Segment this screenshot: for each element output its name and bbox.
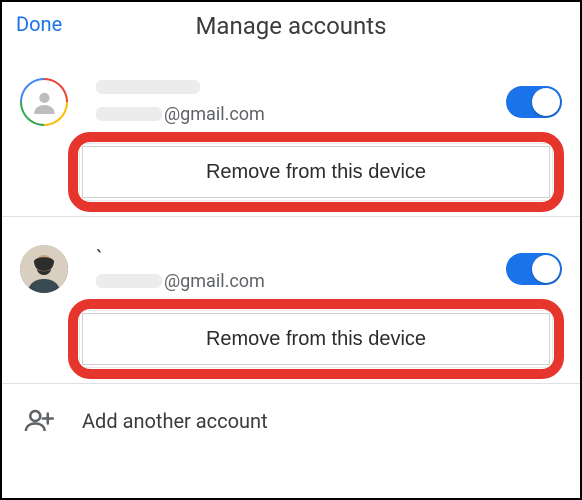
account-section: ` @gmail.com Remove from this device	[2, 217, 580, 384]
account-name: `	[96, 247, 506, 267]
account-name	[96, 80, 506, 100]
account-section: @gmail.com Remove from this device	[2, 50, 580, 217]
remove-from-device-button[interactable]: Remove from this device	[82, 146, 550, 198]
remove-from-device-button[interactable]: Remove from this device	[82, 313, 550, 365]
done-button[interactable]: Done	[16, 12, 62, 36]
person-icon	[29, 87, 60, 118]
account-toggle[interactable]	[506, 86, 562, 118]
add-another-account[interactable]: Add another account	[2, 384, 580, 446]
add-another-account-label: Add another account	[82, 409, 268, 433]
person-add-icon	[24, 406, 54, 436]
avatar	[20, 245, 68, 293]
account-email: @gmail.com	[96, 271, 506, 292]
account-email: @gmail.com	[96, 104, 506, 125]
page-title: Manage accounts	[195, 12, 386, 40]
account-toggle[interactable]	[506, 253, 562, 285]
avatar	[20, 78, 68, 126]
